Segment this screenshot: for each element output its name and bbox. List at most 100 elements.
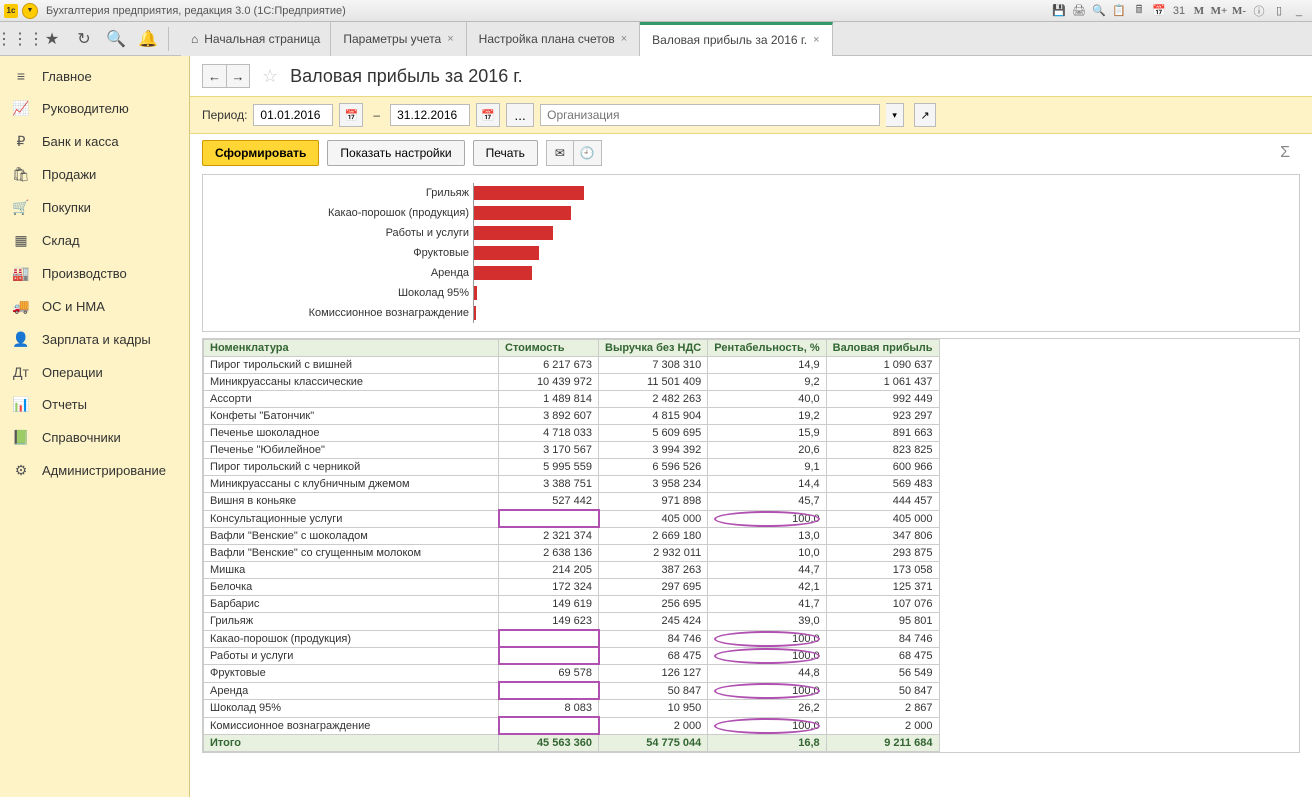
sigma-icon[interactable]: Σ bbox=[1280, 144, 1300, 162]
minimize-icon[interactable]: _ bbox=[1290, 3, 1308, 19]
chart: Грильяж Какао-порошок (продукция) Работы и… bbox=[202, 174, 1300, 332]
table-row[interactable]: Конфеты "Батончик" 3 892 607 4 815 904 1… bbox=[204, 408, 940, 425]
sidebar-label: Покупки bbox=[42, 200, 91, 215]
sidebar-label: Зарплата и кадры bbox=[42, 332, 151, 347]
table-row[interactable]: Вишня в коньяке 527 442 971 898 45,7 444… bbox=[204, 493, 940, 511]
date-from-input[interactable] bbox=[253, 104, 333, 126]
compare-icon[interactable]: 📋 bbox=[1110, 3, 1128, 19]
chart-label: Аренда bbox=[203, 267, 473, 279]
calendar-from-button[interactable]: 📅 bbox=[339, 103, 363, 127]
date-icon[interactable]: 31 bbox=[1170, 3, 1188, 19]
sidebar-icon: 📈 bbox=[12, 100, 30, 117]
bell-icon[interactable]: 🔔 bbox=[134, 25, 162, 53]
sidebar-item[interactable]: ДтОперации bbox=[0, 356, 189, 388]
tab-home[interactable]: ⌂ Начальная страница bbox=[181, 22, 331, 56]
organization-open-button[interactable]: ↗ bbox=[914, 103, 936, 127]
sidebar-item[interactable]: ≡Главное bbox=[0, 60, 189, 92]
clock-icon[interactable]: 🕘 bbox=[574, 140, 602, 166]
sidebar-icon: ₽ bbox=[12, 133, 30, 150]
col-cost[interactable]: Стоимость bbox=[499, 340, 599, 357]
col-gross-profit[interactable]: Валовая прибыль bbox=[826, 340, 939, 357]
table-row[interactable]: Пирог тирольский с вишней 6 217 673 7 30… bbox=[204, 357, 940, 374]
table-row[interactable]: Печенье "Юбилейное" 3 170 567 3 994 392 … bbox=[204, 442, 940, 459]
table-row[interactable]: Какао-порошок (продукция) 84 746 100,0 8… bbox=[204, 630, 940, 647]
info-icon[interactable]: ⓘ bbox=[1250, 3, 1268, 19]
table-row[interactable]: Работы и услуги 68 475 100,0 68 475 bbox=[204, 647, 940, 664]
history-icon[interactable]: ↻ bbox=[70, 25, 98, 53]
table-row[interactable]: Комиссионное вознаграждение 2 000 100,0 … bbox=[204, 717, 940, 734]
sidebar: ≡Главное 📈 Руководителю ₽Банк и касса🛍Прода… bbox=[0, 56, 190, 797]
table-row[interactable]: Пирог тирольский с черникой 5 995 559 6 … bbox=[204, 459, 940, 476]
sidebar-item[interactable]: 📈 Руководителю bbox=[0, 92, 189, 125]
search-icon[interactable]: 🔍 bbox=[102, 25, 130, 53]
star-icon[interactable]: ★ bbox=[38, 25, 66, 53]
favorite-icon[interactable]: ☆ bbox=[262, 66, 278, 87]
table-row[interactable]: Шоколад 95% 8 083 10 950 26,2 2 867 bbox=[204, 699, 940, 717]
table-row[interactable]: Белочка 172 324 297 695 42,1 125 371 bbox=[204, 579, 940, 596]
tab[interactable]: Параметры учета× bbox=[331, 22, 466, 56]
panel-icon[interactable]: ▯ bbox=[1270, 3, 1288, 19]
table-row[interactable]: Грильяж 149 623 245 424 39,0 95 801 bbox=[204, 613, 940, 631]
forward-button[interactable]: → bbox=[226, 64, 250, 88]
table-row[interactable]: Миникруассаны классические 10 439 972 11… bbox=[204, 374, 940, 391]
show-settings-button[interactable]: Показать настройки bbox=[327, 140, 464, 166]
calendar-to-button[interactable]: 📅 bbox=[476, 103, 500, 127]
sidebar-label: Производство bbox=[42, 266, 127, 281]
sidebar-item[interactable]: ▦Склад bbox=[0, 224, 189, 257]
col-revenue[interactable]: Выручка без НДС bbox=[599, 340, 708, 357]
chart-row: Грильяж bbox=[203, 183, 1299, 203]
period-picker-button[interactable]: ... bbox=[506, 103, 534, 127]
save-icon[interactable]: 💾 bbox=[1050, 3, 1068, 19]
sidebar-item[interactable]: ₽Банк и касса bbox=[0, 125, 189, 158]
chart-row: Работы и услуги bbox=[203, 223, 1299, 243]
preview-icon[interactable]: 🔍 bbox=[1090, 3, 1108, 19]
m-minus-icon[interactable]: M bbox=[1190, 3, 1208, 19]
col-nomenclature[interactable]: Номенклатура bbox=[204, 340, 499, 357]
sidebar-item[interactable]: 🛒Покупки bbox=[0, 191, 189, 224]
m-plus-icon[interactable]: M+ bbox=[1210, 3, 1228, 19]
close-icon[interactable]: × bbox=[813, 34, 819, 46]
table-row[interactable]: Фруктовые 69 578 126 127 44,8 56 549 bbox=[204, 664, 940, 682]
table-row[interactable]: Барбарис 149 619 256 695 41,7 107 076 bbox=[204, 596, 940, 613]
table-row[interactable]: Аренда 50 847 100,0 50 847 bbox=[204, 682, 940, 699]
organization-input[interactable] bbox=[540, 104, 880, 126]
print-icon[interactable]: 🖨 bbox=[1070, 3, 1088, 19]
table-row[interactable]: Печенье шоколадное 4 718 033 5 609 695 1… bbox=[204, 425, 940, 442]
chart-label: Какао-порошок (продукция) bbox=[203, 207, 473, 219]
sidebar-item[interactable]: 🛍Продажи bbox=[0, 158, 189, 191]
tab[interactable]: Настройка плана счетов× bbox=[467, 22, 640, 56]
apps-icon[interactable]: ⋮⋮⋮ bbox=[6, 25, 34, 53]
table-row[interactable]: Вафли "Венские" со сгущенным молоком 2 6… bbox=[204, 545, 940, 562]
table-row[interactable]: Консультационные услуги 405 000 100,0 40… bbox=[204, 510, 940, 527]
app-menu-dropdown[interactable]: ▼ bbox=[22, 3, 38, 19]
sidebar-item[interactable]: 🏭Производство bbox=[0, 257, 189, 290]
table-row[interactable]: Миникруассаны с клубничным джемом 3 388 … bbox=[204, 476, 940, 493]
sidebar-item[interactable]: 📗Справочники bbox=[0, 421, 189, 454]
generate-button[interactable]: Сформировать bbox=[202, 140, 319, 166]
sidebar-item[interactable]: ⚙Администрирование bbox=[0, 454, 189, 487]
sidebar-item[interactable]: 👤Зарплата и кадры bbox=[0, 323, 189, 356]
email-icon[interactable]: ✉ bbox=[546, 140, 574, 166]
date-to-input[interactable] bbox=[390, 104, 470, 126]
sidebar-item[interactable]: 📊Отчеты bbox=[0, 388, 189, 421]
table-row[interactable]: Мишка 214 205 387 263 44,7 173 058 bbox=[204, 562, 940, 579]
period-label: Период: bbox=[202, 108, 247, 122]
close-icon[interactable]: × bbox=[447, 33, 453, 45]
tab[interactable]: Валовая прибыль за 2016 г.× bbox=[640, 22, 832, 56]
close-icon[interactable]: × bbox=[621, 33, 627, 45]
sidebar-icon: ▦ bbox=[12, 232, 30, 249]
sidebar-label: Главное bbox=[42, 69, 92, 84]
col-profitability[interactable]: Рентабельность, % bbox=[708, 340, 826, 357]
chart-label: Грильяж bbox=[203, 187, 473, 199]
print-button[interactable]: Печать bbox=[473, 140, 538, 166]
chart-bar bbox=[474, 226, 553, 240]
organization-dropdown[interactable]: ▾ bbox=[886, 103, 904, 127]
back-button[interactable]: ← bbox=[202, 64, 226, 88]
table-row[interactable]: Вафли "Венские" с шоколадом 2 321 374 2 … bbox=[204, 527, 940, 545]
sidebar-label: Руководителю bbox=[42, 101, 129, 116]
table-row[interactable]: Ассорти 1 489 814 2 482 263 40,0 992 449 bbox=[204, 391, 940, 408]
calendar-icon[interactable]: 📅 bbox=[1150, 3, 1168, 19]
m-clear-icon[interactable]: M- bbox=[1230, 3, 1248, 19]
sidebar-item[interactable]: 🚚ОС и НМА bbox=[0, 290, 189, 323]
calc-icon[interactable]: 🖩 bbox=[1130, 3, 1148, 19]
